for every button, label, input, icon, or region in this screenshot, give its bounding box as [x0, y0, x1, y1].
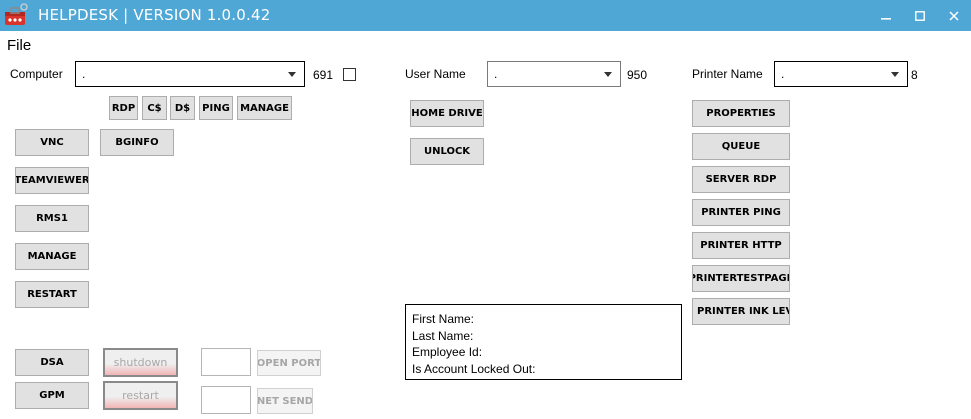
menu-bar: File: [0, 33, 971, 55]
employee-id-label: Employee Id:: [412, 345, 483, 359]
minimize-button[interactable]: [869, 0, 903, 31]
minimize-icon: [881, 17, 891, 20]
d-share-button[interactable]: D$: [170, 96, 195, 120]
user-name-combo-value: .: [494, 67, 498, 81]
printer-ink-level-button[interactable]: PRINTER INK LEVEL: [692, 298, 790, 325]
menu-file[interactable]: File: [7, 37, 31, 54]
message-input[interactable]: [201, 386, 251, 414]
user-count: 950: [627, 68, 648, 82]
home-drive-button[interactable]: HOME DRIVE: [410, 100, 484, 127]
user-name-combo[interactable]: .: [487, 61, 621, 87]
user-info-panel: First Name: Last Name: Employee Id: Is A…: [405, 304, 682, 380]
chevron-down-icon: [288, 72, 296, 77]
user-name-label: User Name: [405, 67, 466, 81]
printer-name-combo-value: .: [781, 67, 785, 81]
open-port-button[interactable]: OPEN PORT: [257, 350, 321, 376]
close-icon: [949, 10, 959, 21]
printer-ping-button[interactable]: PRINTER PING: [692, 199, 790, 226]
manage-button[interactable]: MANAGE: [15, 243, 89, 270]
maximize-button[interactable]: [903, 0, 937, 31]
printer-test-page-button[interactable]: PRINTERTESTPAGE: [692, 265, 790, 292]
restart-button[interactable]: RESTART: [15, 281, 89, 308]
dsa-button[interactable]: DSA: [15, 349, 89, 376]
port-input[interactable]: [201, 348, 251, 376]
chevron-down-icon: [891, 72, 899, 77]
rms1-button[interactable]: RMS1: [15, 205, 89, 232]
net-send-button[interactable]: NET SEND: [257, 388, 313, 414]
computer-combo[interactable]: .: [75, 61, 305, 87]
printer-count: 8: [911, 68, 918, 82]
unlock-button[interactable]: UNLOCK: [410, 138, 484, 165]
maximize-icon: [915, 10, 925, 21]
teamviewer-button[interactable]: TEAMVIEWER: [15, 167, 89, 194]
toolbox-icon: [5, 3, 28, 25]
chevron-down-icon: [604, 72, 612, 77]
close-button[interactable]: [937, 0, 971, 31]
printer-http-button[interactable]: PRINTER HTTP: [692, 232, 790, 259]
vnc-button[interactable]: VNC: [15, 129, 89, 156]
computer-count: 691: [313, 68, 334, 82]
first-name-label: First Name:: [412, 312, 475, 326]
manage-top-button[interactable]: MANAGE: [237, 96, 292, 120]
server-rdp-button[interactable]: SERVER RDP: [692, 166, 790, 193]
rdp-button[interactable]: RDP: [109, 96, 138, 120]
title-bar: HELPDESK | VERSION 1.0.0.42: [0, 0, 971, 31]
queue-button[interactable]: QUEUE: [692, 133, 790, 160]
ping-button[interactable]: PING: [199, 96, 233, 120]
account-locked-label: Is Account Locked Out:: [412, 361, 536, 376]
gpm-button[interactable]: GPM: [15, 382, 89, 409]
properties-button[interactable]: PROPERTIES: [692, 100, 790, 127]
restart-remote-button[interactable]: restart: [103, 381, 178, 410]
shutdown-button[interactable]: shutdown: [103, 348, 178, 377]
computer-checkbox[interactable]: [343, 68, 356, 81]
printer-name-combo[interactable]: .: [774, 61, 908, 87]
bginfo-button[interactable]: BGINFO: [100, 129, 174, 156]
c-share-button[interactable]: C$: [142, 96, 167, 120]
computer-combo-value: .: [82, 67, 86, 81]
printer-name-label: Printer Name: [692, 67, 763, 81]
last-name-label: Last Name:: [412, 328, 474, 343]
computer-label: Computer: [10, 67, 63, 81]
window-title: HELPDESK | VERSION 1.0.0.42: [38, 6, 271, 24]
